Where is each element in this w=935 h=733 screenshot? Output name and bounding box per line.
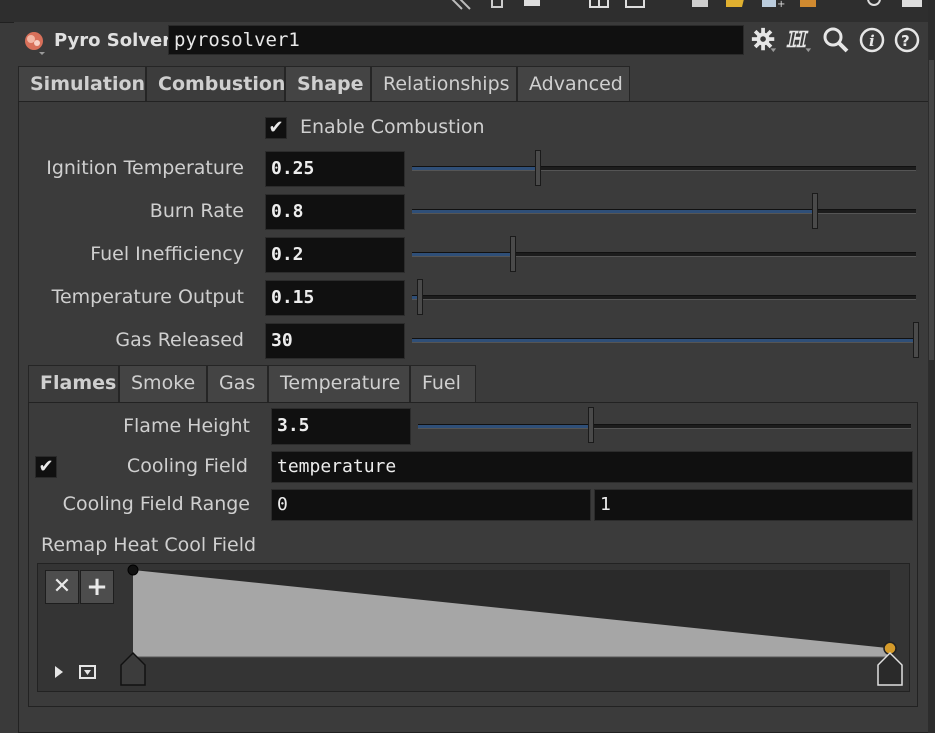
save-icon[interactable] xyxy=(690,0,710,8)
tab-simulation[interactable]: Simulation xyxy=(18,66,146,102)
expand-triangle-icon[interactable] xyxy=(52,664,66,680)
tab-flames[interactable]: Flames xyxy=(28,365,119,402)
flame-height-field[interactable]: 3.5 xyxy=(271,408,411,445)
slider-fill xyxy=(412,167,538,170)
gas-released-field[interactable]: 30 xyxy=(265,323,405,359)
fuel-inefficiency-label: Fuel Inefficiency xyxy=(90,243,244,265)
svg-text:+: + xyxy=(777,0,785,10)
fuel-inefficiency-slider-handle[interactable] xyxy=(510,236,516,272)
slider-fill xyxy=(418,425,591,428)
burn-rate-slider-track[interactable] xyxy=(412,209,916,214)
svg-text:?: ? xyxy=(901,32,910,50)
delete-point-button[interactable]: ✕ xyxy=(45,570,79,604)
temperature-output-label: Temperature Output xyxy=(51,286,244,308)
panel-scrollbar-thumb[interactable] xyxy=(929,60,934,360)
cooling-field-label: Cooling Field xyxy=(126,455,248,477)
slider-fill xyxy=(412,253,513,256)
ramp-key-marker-selected[interactable] xyxy=(877,651,903,686)
ramp-key-marker-first[interactable] xyxy=(120,651,146,686)
burn-rate-label: Burn Rate xyxy=(149,200,244,222)
cooling-field-range-label: Cooling Field Range xyxy=(62,493,250,515)
svg-text:i: i xyxy=(869,32,875,50)
ignition-temperature-field[interactable]: 0.25 xyxy=(265,151,405,187)
node-name-field[interactable]: pyrosolver1 xyxy=(168,25,744,55)
slider-fill xyxy=(412,210,816,213)
gas-released-slider-handle[interactable] xyxy=(913,322,919,358)
search-icon[interactable] xyxy=(822,25,850,55)
tab-advanced[interactable]: Advanced xyxy=(517,66,630,102)
ramp-canvas[interactable] xyxy=(118,562,910,692)
gear-icon[interactable] xyxy=(750,25,778,55)
cooling-range-max-field[interactable]: 1 xyxy=(594,489,913,521)
ramp-point-first[interactable] xyxy=(127,564,139,576)
slider-fill xyxy=(412,339,916,342)
node-type-label: Pyro Solver xyxy=(54,30,172,51)
flame-height-slider-track[interactable] xyxy=(418,424,911,429)
ramp-menu-icon[interactable] xyxy=(79,664,97,680)
temperature-output-field[interactable]: 0.15 xyxy=(265,280,405,316)
tab-fuel[interactable]: Fuel xyxy=(410,365,476,402)
tab-smoke[interactable]: Smoke xyxy=(119,365,207,402)
info-icon[interactable]: i xyxy=(858,25,886,55)
bookmark-icon[interactable] xyxy=(798,0,818,8)
add-layer-icon[interactable]: + xyxy=(760,0,785,10)
copy-icon[interactable] xyxy=(490,0,510,8)
enable-combustion-checkbox[interactable]: ✔ xyxy=(265,117,287,139)
tab-gas[interactable]: Gas xyxy=(207,365,268,402)
tab-temperature[interactable]: Temperature xyxy=(268,365,410,402)
help-icon[interactable]: ? xyxy=(893,25,921,55)
burn-rate-field[interactable]: 0.8 xyxy=(265,194,405,230)
main-tab-bar: Simulation Combustion Shape Relationship… xyxy=(18,66,630,102)
wrench-icon[interactable] xyxy=(450,0,471,10)
ignition-temperature-slider-handle[interactable] xyxy=(535,150,541,186)
flame-height-label: Flame Height xyxy=(123,415,250,437)
sub-tab-bar: Flames Smoke Gas Temperature Fuel xyxy=(28,365,476,402)
burn-rate-slider-handle[interactable] xyxy=(812,193,818,229)
fuel-inefficiency-slider-track[interactable] xyxy=(412,252,916,257)
houdini-h-icon[interactable]: H xyxy=(785,25,813,55)
folder-icon[interactable] xyxy=(724,0,744,8)
remap-heat-cool-label: Remap Heat Cool Field xyxy=(41,534,257,556)
layout-icon[interactable] xyxy=(624,0,645,8)
tab-shape[interactable]: Shape xyxy=(285,66,371,102)
gas-released-slider-track[interactable] xyxy=(412,338,916,343)
enable-combustion-label: Enable Combustion xyxy=(300,116,485,138)
svg-text:H: H xyxy=(787,28,808,52)
tab-relationships[interactable]: Relationships xyxy=(371,66,517,102)
pyro-solver-icon[interactable] xyxy=(22,28,48,56)
fuel-inefficiency-field[interactable]: 0.2 xyxy=(265,237,405,273)
ignition-temperature-label: Ignition Temperature xyxy=(46,157,244,179)
tab-combustion[interactable]: Combustion xyxy=(146,66,285,102)
window-icon[interactable] xyxy=(900,0,922,8)
add-point-button[interactable]: + xyxy=(80,570,114,604)
temperature-output-slider-track[interactable] xyxy=(412,295,916,300)
grid-icon[interactable] xyxy=(588,0,609,8)
temperature-output-slider-handle[interactable] xyxy=(417,279,423,315)
cooling-field-input[interactable]: temperature xyxy=(271,451,913,483)
flame-height-slider-handle[interactable] xyxy=(588,407,594,443)
magnifier-icon[interactable] xyxy=(866,0,886,8)
cooling-range-min-field[interactable]: 0 xyxy=(271,489,591,521)
ignition-temperature-slider-track[interactable] xyxy=(412,166,916,171)
gas-released-label: Gas Released xyxy=(115,329,244,351)
paste-icon[interactable] xyxy=(522,0,542,8)
